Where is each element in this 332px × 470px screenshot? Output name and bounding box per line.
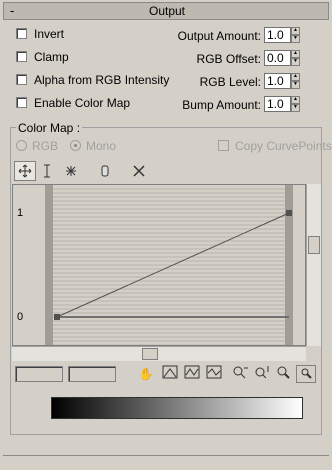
move-icon[interactable] <box>14 161 36 181</box>
enable-color-map-label: Enable Color Map <box>34 96 131 110</box>
rgb-level-spinner[interactable]: 1.0 ▲ ▼ <box>264 73 300 89</box>
output-amount-spinner[interactable]: 1.0 ▲ ▼ <box>264 27 300 43</box>
rollout-title: Output <box>148 4 186 18</box>
curve-start-point[interactable] <box>54 314 60 320</box>
spinner-down-icon[interactable]: ▼ <box>291 35 300 43</box>
bump-amount-label: Bump Amount: <box>182 98 261 112</box>
copy-curvepoints-label: Copy CurvePoints <box>235 139 332 153</box>
output-amount-input[interactable]: 1.0 <box>264 27 291 43</box>
copy-curvepoints-checkbox[interactable] <box>218 140 229 151</box>
delete-point-icon[interactable] <box>128 161 150 181</box>
pan-hand-icon[interactable] <box>94 161 116 181</box>
y-value-field[interactable] <box>68 366 116 382</box>
x-value-field[interactable] <box>15 366 63 382</box>
output-amount-label: Output Amount: <box>177 29 261 43</box>
output-rollout-header[interactable]: - Output <box>3 2 329 20</box>
rgb-radio[interactable] <box>16 140 27 151</box>
y-tick-bottom: 0 <box>17 311 24 323</box>
rgb-offset-input[interactable]: 0.0 <box>264 50 291 66</box>
spinner-up-icon[interactable]: ▲ <box>291 27 300 35</box>
zoom-extents-icon[interactable] <box>160 365 180 383</box>
mono-radio-label: Mono <box>86 139 117 153</box>
enable-color-map-checkbox[interactable] <box>16 97 27 108</box>
zoom-horizontal-extents-icon[interactable] <box>182 365 202 383</box>
divider <box>3 455 329 456</box>
alpha-from-rgb-label: Alpha from RGB Intensity <box>34 73 170 87</box>
rgb-offset-spinner[interactable]: 0.0 ▲ ▼ <box>264 50 300 66</box>
color-map-gradient <box>51 397 303 419</box>
alpha-from-rgb-checkbox[interactable] <box>16 74 27 85</box>
spinner-down-icon[interactable]: ▼ <box>291 81 300 89</box>
spinner-up-icon[interactable]: ▲ <box>291 96 300 104</box>
spinner-up-icon[interactable]: ▲ <box>291 73 300 81</box>
bump-amount-spinner[interactable]: 1.0 ▲ ▼ <box>264 96 300 112</box>
horizontal-scrollbar[interactable] <box>12 346 306 361</box>
curve-graph[interactable] <box>12 184 306 346</box>
rgb-level-input[interactable]: 1.0 <box>264 73 291 89</box>
color-map-legend: Color Map : <box>16 121 83 135</box>
invert-label: Invert <box>34 27 65 41</box>
pan-icon[interactable]: ✋ <box>136 365 156 383</box>
vertical-scrollbar[interactable] <box>306 184 321 346</box>
rgb-radio-label: RGB <box>32 139 59 153</box>
horizontal-scroll-thumb[interactable] <box>142 348 158 360</box>
clamp-checkbox[interactable] <box>16 51 27 62</box>
rgb-offset-label: RGB Offset: <box>196 52 261 66</box>
invert-checkbox[interactable] <box>16 28 27 39</box>
spinner-down-icon[interactable]: ▼ <box>291 58 300 66</box>
clamp-label: Clamp <box>34 50 69 64</box>
zoom-value-extents-icon[interactable] <box>204 365 224 383</box>
zoom-icon[interactable] <box>274 365 294 383</box>
zoom-vertically-icon[interactable] <box>252 365 272 383</box>
zoom-region-icon[interactable] <box>296 365 316 383</box>
rgb-level-label: RGB Level: <box>199 75 261 89</box>
zoom-horizontally-icon[interactable] <box>230 365 250 383</box>
mono-radio[interactable] <box>70 140 81 151</box>
spinner-up-icon[interactable]: ▲ <box>291 50 300 58</box>
vertical-scroll-thumb[interactable] <box>308 236 320 254</box>
insert-point-icon[interactable] <box>60 161 82 181</box>
bump-amount-input[interactable]: 1.0 <box>264 96 291 112</box>
y-tick-top: 1 <box>17 207 24 219</box>
spinner-down-icon[interactable]: ▼ <box>291 104 300 112</box>
scale-point-icon[interactable] <box>36 161 58 181</box>
curve-end-point[interactable] <box>286 210 292 216</box>
